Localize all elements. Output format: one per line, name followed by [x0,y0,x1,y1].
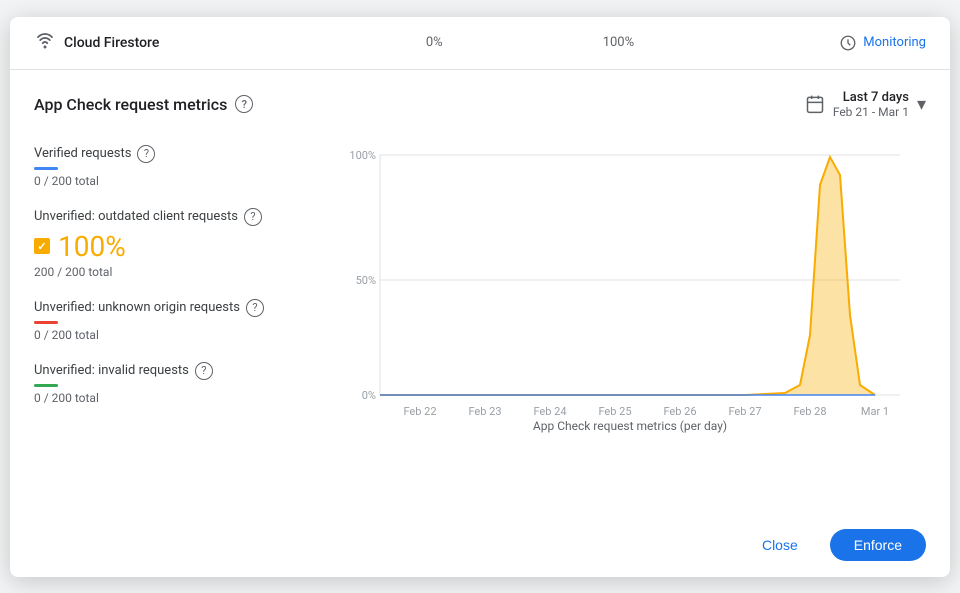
svg-text:100%: 100% [349,149,376,162]
date-range-picker[interactable]: Last 7 days Feb 21 - Mar 1 ▾ [805,90,926,119]
monitoring-label: Monitoring [863,35,926,50]
svg-text:Mar 1: Mar 1 [861,405,889,418]
monitoring-link[interactable]: Monitoring [806,34,926,52]
svg-text:Feb 22: Feb 22 [403,405,436,418]
metrics-help-icon[interactable]: ? [235,95,253,113]
service-name: Cloud Firestore [64,35,159,51]
date-range-sub: Feb 21 - Mar 1 [833,105,909,119]
outdated-pct: 100% [58,230,126,263]
progress-labels: 0% 100% [254,35,806,50]
unknown-help-icon[interactable]: ? [246,299,264,317]
svg-text:Feb 25: Feb 25 [598,405,631,418]
svg-text:Feb 26: Feb 26 [663,405,696,418]
legend-verified-text: Verified requests [34,146,131,161]
metrics-title-area: App Check request metrics ? [34,95,253,114]
chart-svg: 100% 50% 0% Feb 22 Feb 23 Feb 24 Feb 25 … [334,135,926,425]
progress-100: 100% [603,35,634,50]
svg-text:Feb 24: Feb 24 [533,405,566,418]
legend-unknown-text: Unverified: unknown origin requests [34,300,240,315]
chart-fill [380,157,900,395]
top-bar: Cloud Firestore 0% 100% Monitoring [10,17,950,70]
invalid-line [34,384,58,387]
svg-text:Feb 23: Feb 23 [468,405,501,418]
outdated-help-icon[interactable]: ? [244,208,262,226]
metrics-title-text: App Check request metrics [34,95,227,114]
dialog: Cloud Firestore 0% 100% Monitoring App C… [10,17,950,577]
unknown-total: 0 / 200 total [34,328,318,342]
main-content: App Check request metrics ? Last 7 days … [10,70,950,513]
invalid-total: 0 / 200 total [34,391,318,405]
verified-line [34,167,58,170]
legend-item-unknown: Unverified: unknown origin requests ? 0 … [34,289,318,352]
legend-item-outdated: Unverified: outdated client requests ? 1… [34,198,318,289]
invalid-help-icon[interactable]: ? [195,362,213,380]
metrics-header: App Check request metrics ? Last 7 days … [34,90,926,119]
legend-label-invalid: Unverified: invalid requests ? [34,362,318,380]
metrics-legend: Verified requests ? 0 / 200 total Unveri… [34,135,334,513]
date-range-label: Last 7 days [833,90,909,105]
date-range-arrow-icon: ▾ [917,94,926,115]
outdated-checkbox[interactable] [34,238,50,254]
svg-text:Feb 28: Feb 28 [793,405,826,418]
verified-help-icon[interactable]: ? [137,145,155,163]
verified-total: 0 / 200 total [34,174,318,188]
service-info: Cloud Firestore [34,31,254,55]
outdated-total: 200 / 200 total [34,265,318,279]
svg-text:Feb 27: Feb 27 [728,405,761,418]
legend-label-outdated: Unverified: outdated client requests ? [34,208,318,226]
enforce-button[interactable]: Enforce [830,529,926,561]
chart-line [380,157,875,395]
close-button[interactable]: Close [742,529,818,561]
firestore-icon [34,31,56,55]
outdated-big: 100% [34,230,318,263]
chart-svg-wrapper: 100% 50% 0% Feb 22 Feb 23 Feb 24 Feb 25 … [334,135,926,415]
unknown-line [34,321,58,324]
date-range-text: Last 7 days Feb 21 - Mar 1 [833,90,909,119]
legend-invalid-text: Unverified: invalid requests [34,363,189,378]
legend-label-unknown: Unverified: unknown origin requests ? [34,299,318,317]
progress-0: 0% [426,35,443,50]
svg-text:0%: 0% [362,389,376,402]
legend-item-verified: Verified requests ? 0 / 200 total [34,135,318,198]
dialog-footer: Close Enforce [10,513,950,577]
legend-outdated-text: Unverified: outdated client requests [34,209,238,224]
legend-label-verified: Verified requests ? [34,145,318,163]
chart-area: 100% 50% 0% Feb 22 Feb 23 Feb 24 Feb 25 … [334,135,926,513]
metrics-body: Verified requests ? 0 / 200 total Unveri… [34,135,926,513]
svg-text:50%: 50% [356,274,376,287]
legend-item-invalid: Unverified: invalid requests ? 0 / 200 t… [34,352,318,415]
